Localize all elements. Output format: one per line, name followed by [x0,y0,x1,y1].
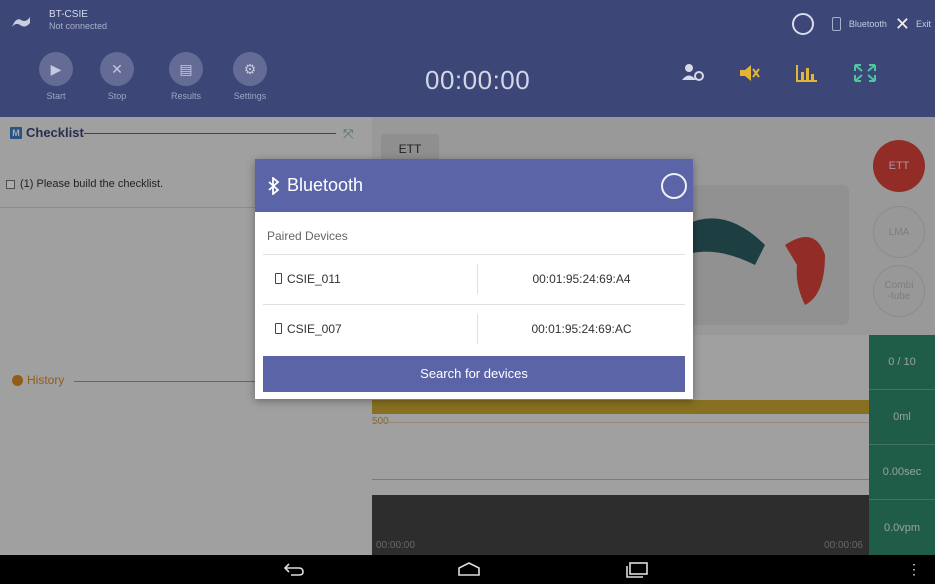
close-icon: ✕ [100,52,134,86]
play-icon: ▶ [39,52,73,86]
device-name-cell: CSIE_011 [263,263,478,294]
app-logo-icon [12,17,30,27]
back-icon[interactable] [283,562,305,576]
recent-apps-icon[interactable] [625,562,649,578]
start-button[interactable]: ▶ Start [26,52,86,101]
loading-spinner-icon [661,173,687,199]
dialog-body: Paired Devices CSIE_011 00:01:95:24:69:A… [255,212,693,399]
device-icon [275,273,282,284]
settings-label: Settings [233,91,267,101]
fullscreen-icon[interactable] [852,62,878,84]
start-label: Start [46,91,66,101]
device-row[interactable]: CSIE_007 00:01:95:24:69:AC [263,304,685,352]
device-name: CSIE_011 [287,271,341,286]
mute-icon[interactable] [736,62,762,84]
top-right-group: Bluetooth ✕ Exit [791,8,935,40]
results-button[interactable]: ▤ Results [156,52,216,101]
bluetooth-dialog: Bluetooth Paired Devices CSIE_011 00:01:… [255,159,693,399]
dialog-header: Bluetooth [255,159,693,212]
phone-icon [831,17,841,31]
close-icon: ✕ [894,14,910,34]
results-label: Results [170,91,201,101]
stop-button[interactable]: ✕ Stop [87,52,147,101]
bluetooth-label[interactable]: Bluetooth [849,19,887,29]
top-header: BT-CSIE Not connected Bluetooth ✕ Exit ▶… [0,0,935,117]
more-menu-icon[interactable]: ⋮ [907,561,921,578]
device-row[interactable]: CSIE_011 00:01:95:24:69:A4 [263,254,685,302]
stop-label: Stop [107,91,127,101]
app-name: BT-CSIE [49,9,88,20]
home-icon[interactable] [456,562,482,576]
document-icon: ▤ [169,52,203,86]
device-icon [275,323,282,334]
device-address: 00:01:95:24:69:AC [531,321,632,336]
loading-spinner-icon [791,13,814,35]
exit-label: Exit [915,19,931,29]
bluetooth-icon [268,176,280,195]
dialog-title: Bluetooth [287,175,364,195]
user-settings-icon[interactable] [680,62,706,84]
gear-icon: ⚙ [233,52,267,86]
timer-display: 00:00:00 [425,65,531,95]
device-address: 00:01:95:24:69:A4 [532,271,631,286]
search-devices-button[interactable]: Search for devices [263,356,685,392]
device-name-cell: CSIE_007 [263,313,478,344]
connection-status: Not connected [49,21,108,31]
device-name: CSIE_007 [287,321,342,336]
paired-devices-label: Paired Devices [267,229,348,243]
settings-button[interactable]: ⚙ Settings [220,52,280,101]
bar-chart-icon[interactable] [794,62,820,84]
system-nav-bar: ⋮ [0,555,935,584]
exit-button[interactable]: ✕ Exit [895,15,931,33]
